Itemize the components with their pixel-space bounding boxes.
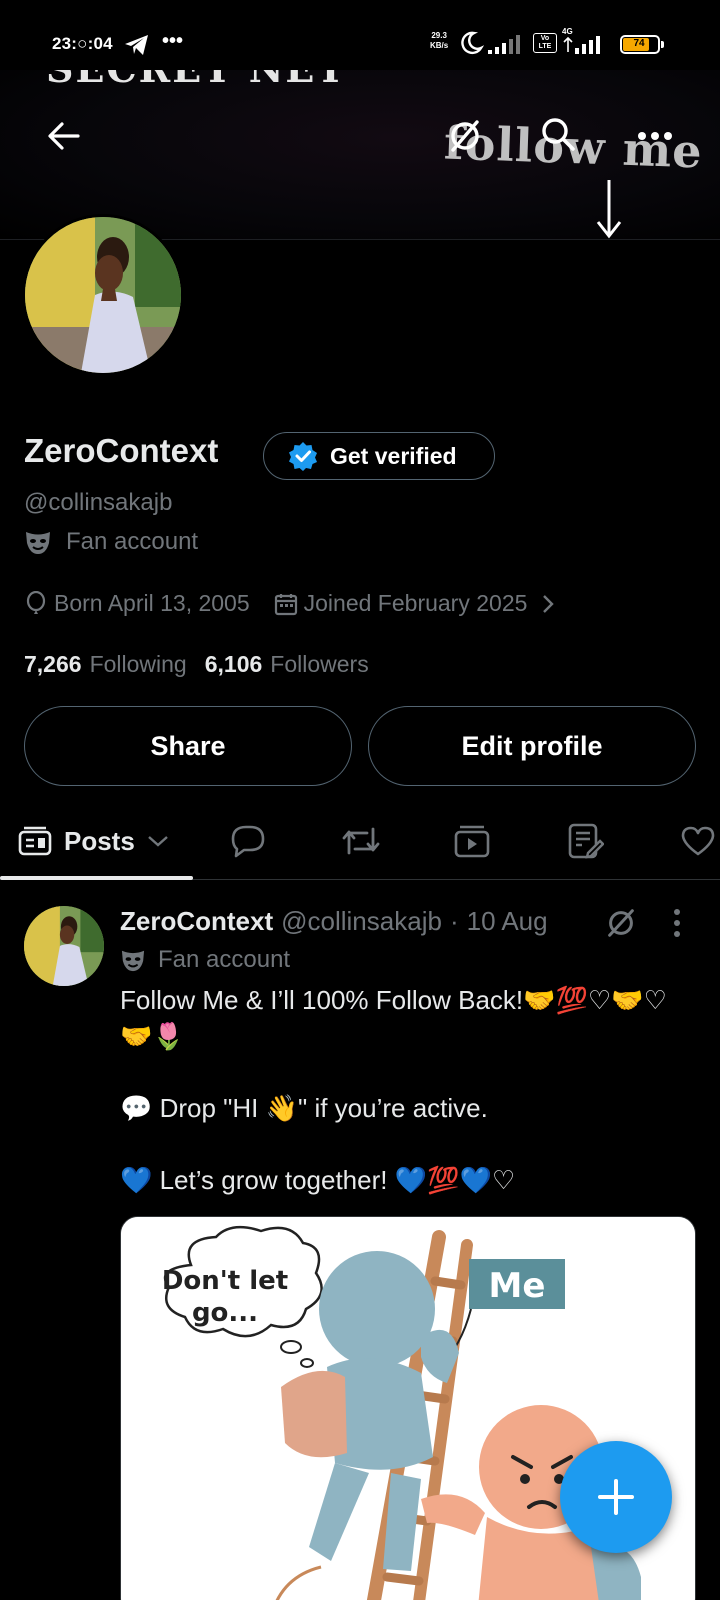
grok-icon: [451, 120, 479, 152]
status-time: 23:○:04: [52, 34, 113, 53]
post-author-handle: @collinsakajb: [281, 906, 442, 936]
plus-icon: [598, 1479, 634, 1515]
post-header: ZeroContext @collinsakajb · 10 Aug: [120, 906, 548, 937]
share-button[interactable]: Share: [24, 706, 352, 786]
compose-button[interactable]: [560, 1441, 672, 1553]
post-text-line-4: 💙 Let’s grow together! 💙💯💙♡: [120, 1165, 516, 1195]
video-icon: [454, 825, 490, 858]
volte-badge: Vo LTE: [533, 33, 557, 53]
get-verified-label: Get verified: [330, 442, 457, 469]
profile-avatar[interactable]: [22, 214, 184, 376]
post-grok-button[interactable]: [604, 906, 638, 945]
post-avatar-photo: [24, 906, 104, 986]
follow-stats: 7,266 Following 6,106 Followers: [24, 651, 369, 678]
get-verified-button[interactable]: Get verified: [263, 432, 495, 480]
search-button[interactable]: [536, 112, 580, 156]
bubble-text-1: Don't let: [162, 1266, 288, 1296]
notification-more-icon: •••: [162, 30, 184, 52]
reply-icon: [231, 825, 265, 858]
more-vertical-icon: [674, 909, 680, 937]
profile-meta: Born April 13, 2005 Joined February 2025: [24, 590, 555, 617]
grok-button[interactable]: [443, 114, 487, 158]
tab-replies[interactable]: [230, 802, 266, 880]
banner-top-text: SECRET NET: [46, 70, 347, 91]
account-type: Fan account: [24, 528, 198, 556]
post-account-type: Fan account: [120, 946, 290, 974]
posts-icon: [18, 826, 52, 856]
chevron-down-icon: [148, 836, 168, 847]
following-link[interactable]: 7,266 Following: [24, 651, 187, 678]
battery-tip: [661, 41, 664, 48]
heart-icon: [681, 826, 715, 856]
tab-posts[interactable]: Posts: [18, 802, 169, 880]
back-button[interactable]: [42, 114, 86, 158]
chevron-right-icon[interactable]: [541, 594, 555, 614]
telegram-icon: [124, 34, 150, 61]
moon-icon: [458, 30, 485, 61]
post-more-button[interactable]: [672, 908, 682, 943]
signal-strength-icon: [562, 30, 612, 61]
banner-arrow-icon: [596, 180, 622, 239]
display-name: ZeroContext: [24, 432, 219, 469]
profile-handle: @collinsakajb: [24, 489, 173, 516]
verified-badge-icon: [289, 442, 317, 471]
repost-icon: [342, 827, 380, 855]
tab-media[interactable]: [454, 802, 490, 880]
post-date[interactable]: 10 Aug: [467, 906, 548, 937]
status-bar: 23:○:04 ••• 29.3 KB/s Vo LTE 4G 74: [0, 0, 720, 80]
edit-profile-button[interactable]: Edit profile: [368, 706, 696, 786]
avatar-photo: [25, 217, 181, 373]
article-icon: [568, 823, 604, 859]
mask-icon: [121, 950, 145, 972]
bubble-text-2: go...: [192, 1298, 258, 1328]
battery-icon: 74: [620, 35, 660, 54]
tab-articles[interactable]: [568, 802, 604, 880]
network-speed: 29.3 KB/s: [430, 31, 449, 50]
more-options-button[interactable]: [633, 114, 677, 158]
post-text-line-2: 🤝🌷: [120, 1021, 185, 1051]
joined-text[interactable]: Joined February 2025: [304, 590, 528, 617]
post-avatar[interactable]: [24, 906, 104, 986]
post-separator: ·: [449, 906, 459, 936]
post-text-line-3: 💬 Drop "HI 👋" if you’re active.: [120, 1093, 488, 1123]
tab-reposts[interactable]: [341, 802, 381, 880]
sign-text: Me: [489, 1266, 546, 1306]
post-text-line-1: Follow Me & I’ll 100% Follow Back!🤝💯♡🤝♡: [120, 985, 667, 1015]
more-horizontal-icon: [638, 132, 672, 140]
grok-icon: [608, 909, 634, 937]
active-tab-indicator: [0, 876, 193, 880]
post-author-name[interactable]: ZeroContext: [120, 906, 273, 937]
followers-link[interactable]: 6,106 Followers: [205, 651, 369, 678]
signal-icon: [488, 30, 528, 61]
mask-icon: [26, 532, 50, 554]
calendar-icon: [274, 593, 297, 615]
search-icon: [542, 118, 575, 151]
back-arrow-icon: [48, 122, 80, 150]
tab-likes[interactable]: [680, 802, 716, 880]
profile-tabs: Posts: [0, 802, 720, 880]
balloon-icon: [26, 590, 46, 614]
birthday-text: Born April 13, 2005: [54, 590, 250, 616]
